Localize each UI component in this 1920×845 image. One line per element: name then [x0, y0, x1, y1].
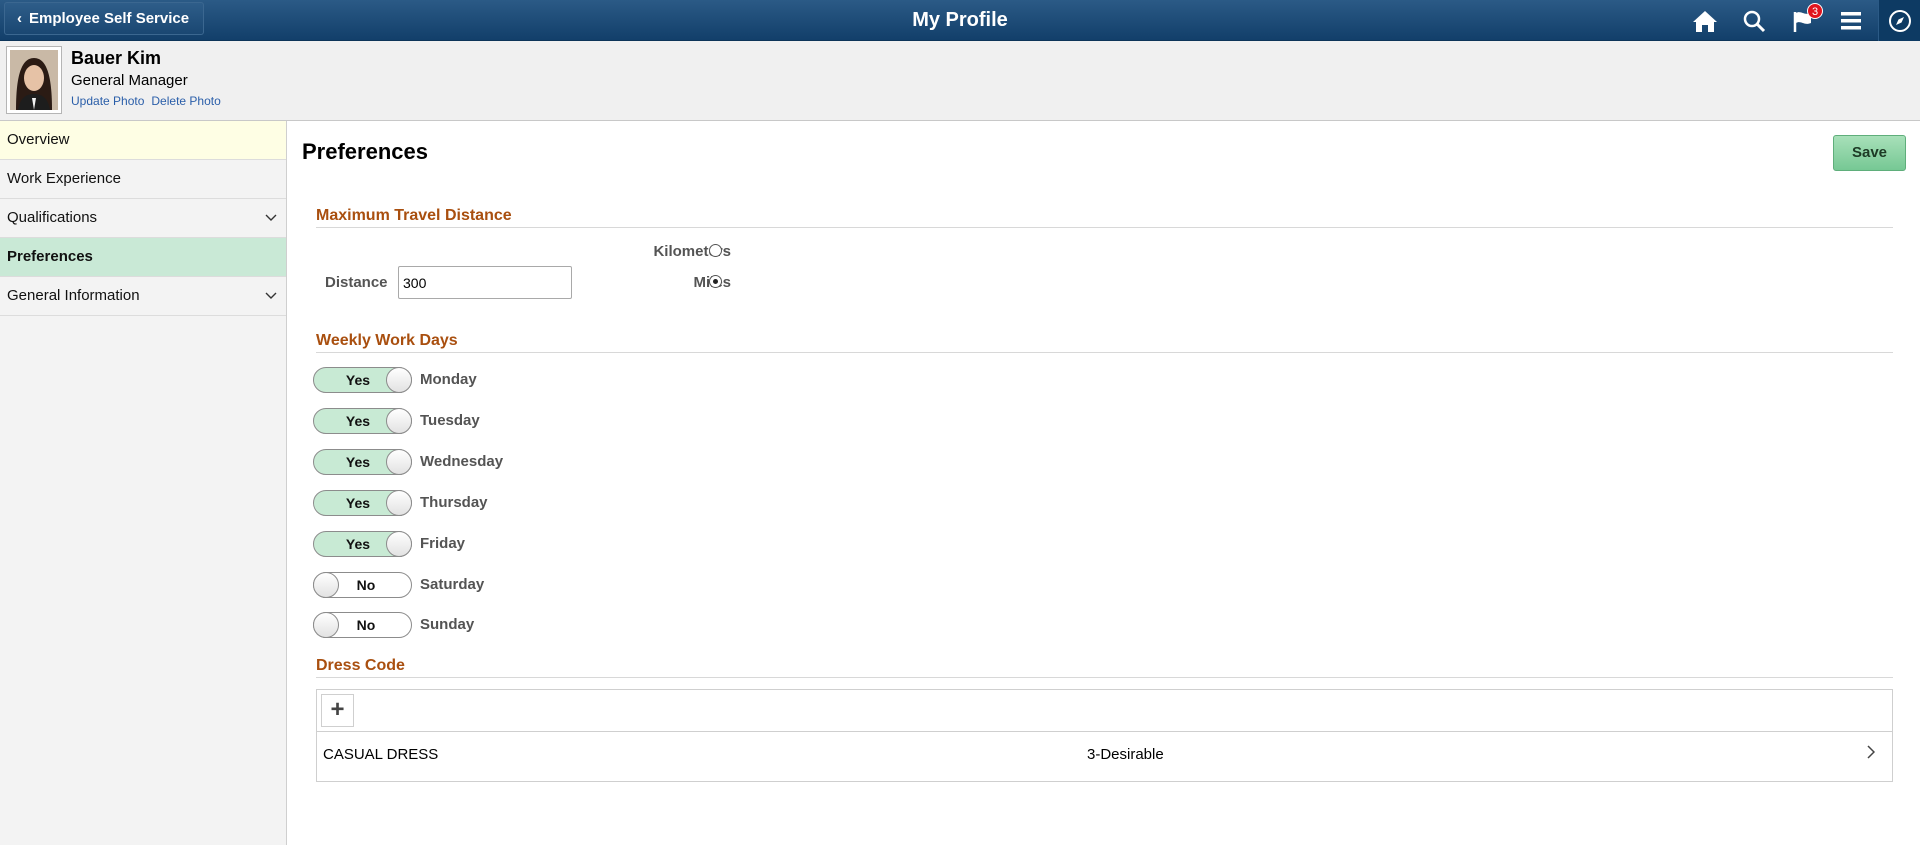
chevron-left-icon: ‹	[17, 10, 22, 27]
grid-toolbar: +	[317, 690, 1892, 732]
search-icon[interactable]	[1738, 5, 1770, 37]
sidebar-item-label: Overview	[7, 131, 70, 148]
chevron-down-icon	[265, 199, 277, 237]
profile-photo	[6, 46, 62, 114]
sidebar-item-label: General Information	[7, 287, 140, 304]
sidebar-item-work-experience[interactable]: Work Experience	[0, 160, 286, 199]
update-photo-link[interactable]: Update Photo	[71, 94, 144, 108]
weekly-work-days-group-title: Weekly Work Days	[316, 332, 1893, 353]
actions-menu-icon[interactable]	[1835, 5, 1867, 37]
notification-count-badge: 3	[1807, 3, 1823, 19]
notifications-flag-icon[interactable]: 3	[1787, 3, 1823, 37]
toggle-knob	[386, 408, 412, 434]
toggle-state: No	[356, 577, 376, 593]
distance-input[interactable]	[398, 266, 572, 299]
travel-distance-group-title: Maximum Travel Distance	[316, 207, 1893, 228]
kilometers-radio[interactable]	[709, 244, 722, 257]
main-content: Preferences Save Maximum Travel Distance…	[288, 121, 1920, 845]
chevron-right-icon	[1867, 743, 1876, 764]
avatar	[10, 50, 58, 110]
sidebar-item-label: Preferences	[7, 248, 93, 265]
delete-photo-link[interactable]: Delete Photo	[151, 94, 220, 108]
sidebar-item-label: Qualifications	[7, 209, 98, 226]
toggle-knob	[386, 490, 412, 516]
wednesday-label: Wednesday	[420, 453, 504, 470]
employee-name: Bauer Kim	[71, 48, 162, 68]
back-button[interactable]: ‹ Employee Self Service	[4, 2, 205, 35]
tuesday-toggle[interactable]: Yes	[313, 408, 412, 434]
saturday-label: Saturday	[420, 576, 485, 593]
photo-links: Update Photo Delete Photo	[71, 94, 221, 108]
miles-radio[interactable]	[709, 275, 722, 288]
sunday-toggle[interactable]: No	[313, 612, 412, 638]
monday-toggle[interactable]: Yes	[313, 367, 412, 393]
thursday-toggle[interactable]: Yes	[313, 490, 412, 516]
dress-code-group-title: Dress Code	[316, 657, 1893, 678]
save-button[interactable]: Save	[1833, 135, 1906, 171]
toggle-state: Yes	[345, 413, 371, 429]
dress-rating-cell: 3-Desirable	[1087, 746, 1164, 763]
section-title: Preferences	[302, 139, 428, 164]
dress-code-grid: + CASUAL DRESS 3-Desirable	[316, 689, 1893, 782]
sidebar-item-qualifications[interactable]: Qualifications	[0, 199, 286, 238]
distance-label: Distance	[325, 274, 388, 291]
toggle-state: Yes	[345, 454, 371, 470]
saturday-toggle[interactable]: No	[313, 572, 412, 598]
sidebar-item-overview[interactable]: Overview	[0, 121, 286, 160]
tuesday-label: Tuesday	[420, 412, 480, 429]
toggle-state: Yes	[345, 372, 371, 388]
profile-header: Bauer Kim General Manager Update Photo D…	[0, 41, 1920, 121]
friday-toggle[interactable]: Yes	[313, 531, 412, 557]
top-banner: ‹ Employee Self Service My Profile 3	[0, 0, 1920, 41]
toggle-knob	[386, 367, 412, 393]
sunday-label: Sunday	[420, 616, 475, 633]
wednesday-toggle[interactable]: Yes	[313, 449, 412, 475]
toggle-knob	[386, 449, 412, 475]
home-icon[interactable]	[1689, 5, 1721, 37]
back-button-label: Employee Self Service	[29, 10, 190, 27]
toggle-state: No	[356, 617, 376, 633]
toggle-knob	[386, 531, 412, 557]
sidebar: Overview Work Experience Qualifications …	[0, 121, 287, 845]
thursday-label: Thursday	[420, 494, 488, 511]
employee-job-title: General Manager	[71, 72, 188, 89]
sidebar-item-general-information[interactable]: General Information	[0, 277, 286, 316]
dress-code-cell: CASUAL DRESS	[323, 746, 439, 763]
add-row-button[interactable]: +	[321, 694, 354, 727]
page-title: My Profile	[912, 9, 1008, 31]
toggle-state: Yes	[345, 495, 371, 511]
monday-label: Monday	[420, 371, 477, 388]
navbar-compass-icon[interactable]	[1878, 0, 1920, 41]
sidebar-item-preferences[interactable]: Preferences	[0, 238, 286, 277]
chevron-down-icon	[265, 277, 277, 315]
toggle-state: Yes	[345, 536, 371, 552]
sidebar-item-label: Work Experience	[7, 170, 121, 187]
friday-label: Friday	[420, 535, 466, 552]
table-row[interactable]: CASUAL DRESS 3-Desirable	[317, 732, 1892, 781]
